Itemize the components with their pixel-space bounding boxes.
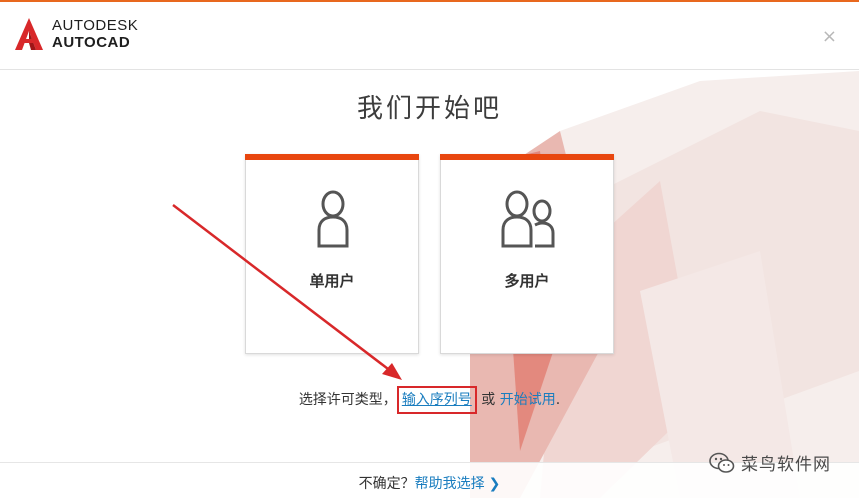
chevron-right-icon[interactable]: ❯ bbox=[489, 476, 501, 492]
multi-user-label: 多用户 bbox=[504, 272, 550, 290]
single-user-card[interactable]: 单用户 bbox=[245, 154, 419, 354]
multi-user-icon bbox=[501, 190, 555, 248]
license-prefix: 选择许可类型， bbox=[298, 392, 397, 408]
close-icon[interactable]: × bbox=[822, 28, 837, 46]
autocad-a-icon bbox=[15, 18, 43, 50]
title-bar: AUTODESK AUTOCAD × bbox=[0, 2, 859, 70]
enter-serial-link[interactable]: 输入序列号 bbox=[402, 392, 472, 408]
single-user-icon bbox=[317, 190, 349, 248]
autodesk-logo: AUTODESK AUTOCAD bbox=[14, 17, 138, 51]
watermark-text: 菜鸟软件网 bbox=[741, 455, 831, 475]
page-title: 我们开始吧 bbox=[356, 94, 502, 124]
help-line: 不确定？帮助我选择 ❯ bbox=[0, 473, 859, 493]
help-me-choose-link[interactable]: 帮助我选择 bbox=[415, 476, 485, 492]
card-accent-bar bbox=[440, 154, 614, 160]
start-trial-link[interactable]: 开始试用 bbox=[500, 392, 556, 408]
brand-autocad: AUTOCAD bbox=[52, 34, 131, 51]
card-accent-bar bbox=[245, 154, 419, 160]
license-suffix: . bbox=[555, 392, 561, 408]
watermark: 菜鸟软件网 bbox=[709, 450, 831, 475]
background-art bbox=[470, 71, 859, 498]
brand-autodesk: AUTODESK bbox=[52, 17, 139, 34]
license-type-line: 选择许可类型， 输入序列号 或 开始试用. bbox=[0, 386, 859, 414]
wechat-icon bbox=[709, 452, 735, 473]
unsure-text: 不确定？ bbox=[358, 476, 415, 492]
serial-highlight-box: 输入序列号 bbox=[396, 386, 477, 414]
multi-user-card[interactable]: 多用户 bbox=[440, 154, 614, 354]
or-text: 或 bbox=[476, 392, 500, 408]
single-user-label: 单用户 bbox=[309, 272, 355, 290]
